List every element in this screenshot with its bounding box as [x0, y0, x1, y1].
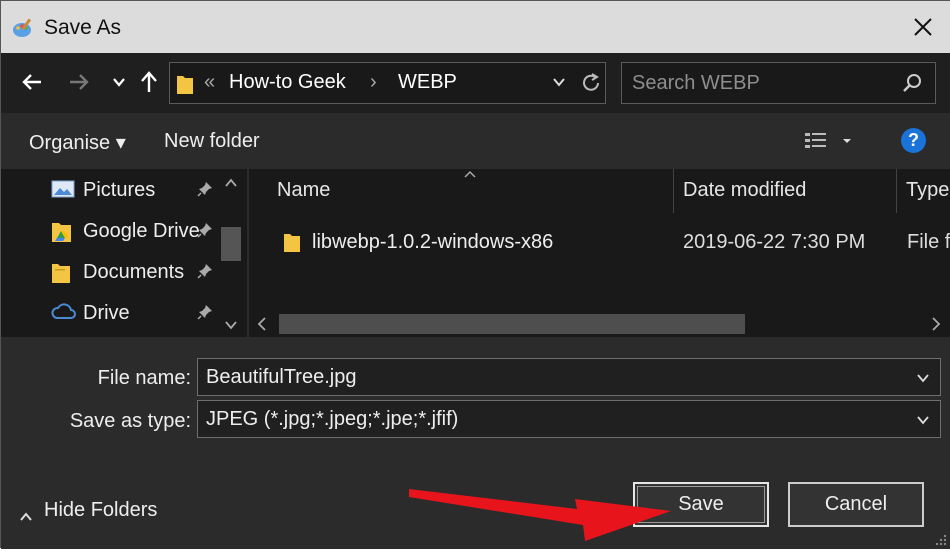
column-header-label: Date modified — [683, 179, 807, 201]
search-input[interactable] — [622, 63, 892, 103]
sidebar-item-label: Documents — [83, 261, 185, 283]
address-row: « How-to Geek › WEBP — [1, 53, 950, 113]
pin-icon — [197, 181, 213, 202]
new-folder-button[interactable]: New folder — [164, 130, 260, 153]
column-header-date-modified[interactable]: Date modified — [674, 169, 896, 215]
file-name-label: File name: — [97, 367, 191, 389]
pin-icon — [197, 263, 213, 284]
organise-menu-button[interactable]: Organise ▾ — [29, 130, 126, 155]
scroll-right-icon[interactable] — [931, 316, 941, 337]
file-type-cell: File fo — [907, 231, 950, 253]
sidebar-scrollbar[interactable] — [219, 169, 243, 337]
save-as-type-value: JPEG (*.jpg;*.jpeg;*.jpe;*.jfif) — [206, 408, 459, 430]
chevron-up-icon — [19, 505, 33, 528]
cancel-button[interactable]: Cancel — [788, 482, 924, 527]
pin-icon — [197, 222, 213, 243]
sidebar-item-label: Drive — [83, 302, 130, 324]
sidebar-item-label: Pictures — [83, 179, 156, 201]
address-bar[interactable]: « How-to Geek › WEBP — [169, 62, 606, 104]
chevron-down-icon[interactable] — [916, 371, 930, 389]
save-as-type-label: Save as type: — [69, 410, 191, 432]
search-box[interactable] — [621, 62, 936, 104]
horizontal-scrollbar[interactable] — [249, 311, 950, 337]
column-header-type[interactable]: Type — [897, 169, 950, 215]
save-as-dialog: Save As « How-to Geek › WEBP Search WEBP… — [0, 0, 950, 551]
help-icon[interactable]: ? — [901, 128, 926, 153]
scroll-up-icon[interactable] — [224, 175, 238, 193]
file-list-pane: Name Date modified Type libwebp-1.0.2-wi… — [247, 169, 950, 337]
window-title: Save As — [44, 16, 122, 39]
scroll-left-icon[interactable] — [257, 316, 267, 337]
breadcrumb-webp[interactable]: WEBP — [398, 71, 457, 94]
column-header-label: Name — [277, 179, 331, 201]
sidebar-item-label: Google Drive — [83, 220, 200, 242]
folder-icon — [176, 73, 194, 100]
file-name-field[interactable]: BeautifulTree.jpg — [197, 358, 941, 396]
breadcrumb-overflow[interactable]: « — [204, 71, 215, 94]
breadcrumb-how-to-geek[interactable]: How-to Geek — [229, 71, 346, 94]
title-bar: Save As — [1, 1, 950, 53]
breadcrumb-separator: › — [370, 71, 377, 93]
google-drive-icon — [51, 220, 73, 249]
hide-folders-label: Hide Folders — [44, 499, 158, 521]
sidebar-item-pictures[interactable]: Pictures — [51, 171, 221, 209]
command-toolbar: Organise ▾ New folder ? — [1, 113, 950, 169]
navigation-pane: Pictures Google Drive Documents Drive — [1, 169, 247, 337]
sidebar-item-google-drive[interactable]: Google Drive — [51, 212, 221, 250]
column-header-label: Type — [906, 179, 950, 201]
folder-icon — [283, 231, 301, 258]
scrollbar-thumb[interactable] — [279, 314, 745, 334]
folder-icon — [51, 261, 71, 290]
refresh-icon[interactable] — [580, 72, 602, 99]
scroll-down-icon[interactable] — [224, 317, 238, 335]
forward-arrow-icon[interactable] — [64, 67, 94, 97]
up-arrow-icon[interactable] — [134, 67, 164, 97]
sidebar-item-documents[interactable]: Documents — [51, 253, 221, 291]
pictures-icon — [51, 179, 75, 204]
file-name-cell: libwebp-1.0.2-windows-x86 — [312, 231, 554, 253]
sidebar-item-drive[interactable]: Drive — [51, 294, 221, 332]
search-icon[interactable] — [902, 73, 922, 98]
resize-grip-icon[interactable] — [935, 533, 947, 551]
save-as-type-select[interactable]: JPEG (*.jpg;*.jpeg;*.jpe;*.jfif) — [197, 400, 941, 438]
close-icon[interactable] — [901, 9, 945, 45]
red-arrow-annotation — [401, 469, 681, 546]
view-options-icon[interactable] — [801, 129, 857, 158]
file-name-value: BeautifulTree.jpg — [206, 366, 357, 388]
chevron-down-icon[interactable] — [916, 413, 930, 431]
paint-app-icon — [11, 16, 35, 40]
recent-locations-chevron-icon[interactable] — [104, 67, 134, 97]
table-row[interactable]: libwebp-1.0.2-windows-x86 2019-06-22 7:3… — [249, 223, 950, 261]
file-date-cell: 2019-06-22 7:30 PM — [683, 231, 866, 253]
scrollbar-thumb[interactable] — [221, 227, 241, 261]
address-dropdown-icon[interactable] — [552, 75, 566, 94]
back-arrow-icon[interactable] — [17, 67, 47, 97]
pin-icon — [197, 304, 213, 325]
column-header-name[interactable]: Name — [249, 169, 673, 215]
cloud-icon — [51, 302, 77, 327]
